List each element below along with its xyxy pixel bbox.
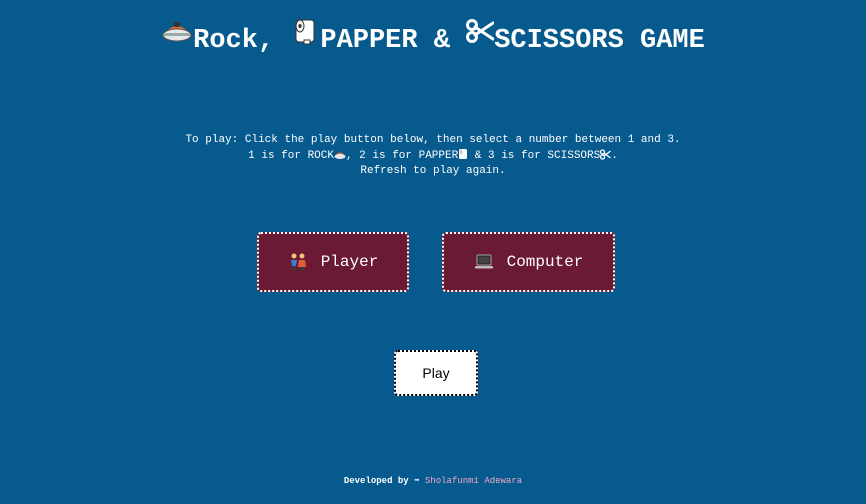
rock-icon	[334, 149, 346, 166]
play-button[interactable]: Play	[394, 350, 478, 396]
toilet-paper-icon	[290, 16, 320, 58]
author-link[interactable]: Sholafunmi Adewara	[425, 476, 522, 486]
developed-by-text: Developed by	[343, 476, 409, 486]
scissors-icon	[600, 148, 612, 166]
player-label: Player	[320, 253, 379, 271]
scissors-icon	[466, 17, 495, 57]
computer-card[interactable]: Computer	[442, 232, 615, 292]
title-part-scissors: SCISSORS GAME	[494, 26, 705, 57]
laptop-icon	[474, 254, 494, 270]
scissors-option-text: & 3 is for SCISSORS	[468, 149, 601, 162]
title-part-rock: Rock,	[193, 26, 291, 57]
rock-icon	[161, 17, 193, 57]
instructions-line-3: Refresh to play again.	[360, 165, 506, 177]
instructions-period: .	[611, 149, 618, 162]
arrow-right-icon: ➡	[414, 476, 420, 486]
instructions: To play: Click the play button below, th…	[0, 134, 866, 179]
page-title: Rock, PAPPER & SCISSORS GAME	[0, 19, 866, 59]
title-part-paper: PAPPER &	[320, 26, 467, 57]
rock-option-text: 1 is for ROCK	[248, 149, 334, 162]
instructions-line-1: To play: Click the play button below, th…	[185, 134, 681, 146]
toilet-paper-icon	[458, 148, 468, 166]
instructions-line-2: 1 is for ROCK , 2 is for PAPPER & 3 is fo…	[0, 148, 866, 166]
computer-label: Computer	[506, 253, 584, 271]
player-card[interactable]: Player	[257, 232, 409, 292]
paper-option-text: , 2 is for PAPPER	[345, 149, 459, 162]
footer: Developed by ➡ Sholafunmi Adewara	[0, 476, 866, 486]
people-icon	[288, 252, 308, 272]
